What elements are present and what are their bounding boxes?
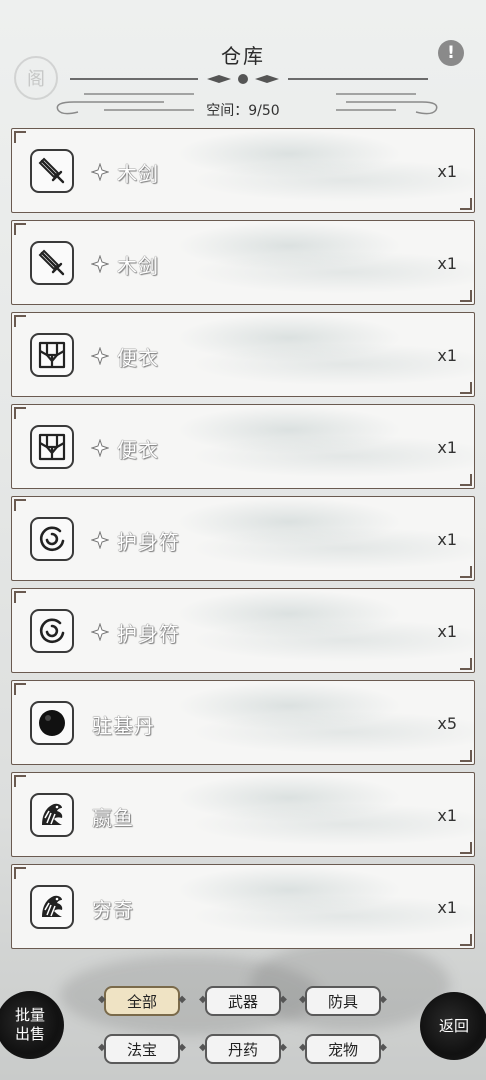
filter-tab[interactable]: 全部 xyxy=(98,986,186,1016)
item-name: 木剑 xyxy=(117,254,159,278)
talisman-icon xyxy=(30,609,74,653)
item-quantity: x1 xyxy=(437,530,457,549)
filter-tab-label: 全部 xyxy=(126,992,157,1011)
header-divider-left xyxy=(70,78,198,80)
filter-tab[interactable]: 武器 xyxy=(199,986,287,1016)
batch-sell-label-line2: 出售 xyxy=(14,1025,45,1043)
robe-icon xyxy=(30,333,74,377)
page-title: 仓库 xyxy=(221,44,265,68)
back-button[interactable]: 返回 xyxy=(420,992,486,1060)
item-name: 护身符 xyxy=(117,622,180,646)
item-row[interactable]: 便衣 x1 xyxy=(11,312,475,397)
item-quantity: x1 xyxy=(437,346,457,365)
header: 仓库 空间：9/50 ! xyxy=(0,0,486,125)
item-row[interactable]: 驻基丹 x5 xyxy=(11,680,475,765)
batch-sell-label-line1: 批量 xyxy=(14,1006,45,1024)
filter-tab-label: 宠物 xyxy=(327,1040,358,1059)
star-icon xyxy=(90,346,110,366)
item-name: 便衣 xyxy=(117,438,159,462)
item-row[interactable]: 嬴鱼 x1 xyxy=(11,772,475,857)
item-quantity: x1 xyxy=(437,806,457,825)
item-quantity: x1 xyxy=(437,162,457,181)
item-quantity: x1 xyxy=(437,438,457,457)
beast-icon xyxy=(30,885,74,929)
filter-tab-label: 武器 xyxy=(227,992,258,1011)
item-row[interactable]: 穷奇 x1 xyxy=(11,864,475,949)
item-row[interactable]: 护身符 x1 xyxy=(11,588,475,673)
sword-icon xyxy=(30,241,74,285)
item-quantity: x1 xyxy=(437,622,457,641)
item-quantity: x5 xyxy=(437,714,457,733)
storage-space: 空间：9/50 xyxy=(206,103,280,119)
item-row[interactable]: 木剑 x1 xyxy=(11,220,475,305)
filter-tab-label: 防具 xyxy=(327,992,358,1011)
star-icon xyxy=(90,530,110,550)
filter-tab-label: 法宝 xyxy=(126,1040,157,1059)
item-name: 驻基丹 xyxy=(92,714,155,738)
item-name: 便衣 xyxy=(117,346,159,370)
item-name: 穷奇 xyxy=(92,898,134,922)
talisman-icon xyxy=(30,517,74,561)
filter-tab[interactable]: 防具 xyxy=(299,986,387,1016)
batch-sell-button[interactable]: 批量 出售 xyxy=(0,991,64,1059)
header-divider-right xyxy=(288,78,428,80)
item-row[interactable]: 护身符 x1 xyxy=(11,496,475,581)
header-ornament xyxy=(207,74,279,84)
star-icon xyxy=(90,438,110,458)
item-row[interactable]: 木剑 x1 xyxy=(11,128,475,213)
item-list: 木剑 x1 木剑 x1 便衣 x1 便衣 x1 护身符 x1 护身符 x1 驻基丹 x5 嬴鱼 x1 穷奇 x1 xyxy=(11,128,475,956)
pill-icon xyxy=(30,701,74,745)
star-icon xyxy=(90,162,110,182)
star-icon xyxy=(90,254,110,274)
item-name: 护身符 xyxy=(117,530,180,554)
robe-icon xyxy=(30,425,74,469)
item-quantity: x1 xyxy=(437,898,457,917)
filter-tab-label: 丹药 xyxy=(227,1040,258,1059)
filter-tab[interactable]: 宠物 xyxy=(299,1034,387,1064)
bottom-bar: 批量 出售 全部 武器 防具法宝 丹药 宠物 返回 xyxy=(0,970,486,1080)
sword-icon xyxy=(30,149,74,193)
item-quantity: x1 xyxy=(437,254,457,273)
item-name: 嬴鱼 xyxy=(92,806,134,830)
beast-icon xyxy=(30,793,74,837)
filter-tab[interactable]: 法宝 xyxy=(98,1034,186,1064)
exclamation-icon[interactable]: ! xyxy=(438,40,464,66)
back-label: 返回 xyxy=(438,1016,469,1035)
filter-tab[interactable]: 丹药 xyxy=(199,1034,287,1064)
item-name: 木剑 xyxy=(117,162,159,186)
star-icon xyxy=(90,622,110,642)
item-row[interactable]: 便衣 x1 xyxy=(11,404,475,489)
